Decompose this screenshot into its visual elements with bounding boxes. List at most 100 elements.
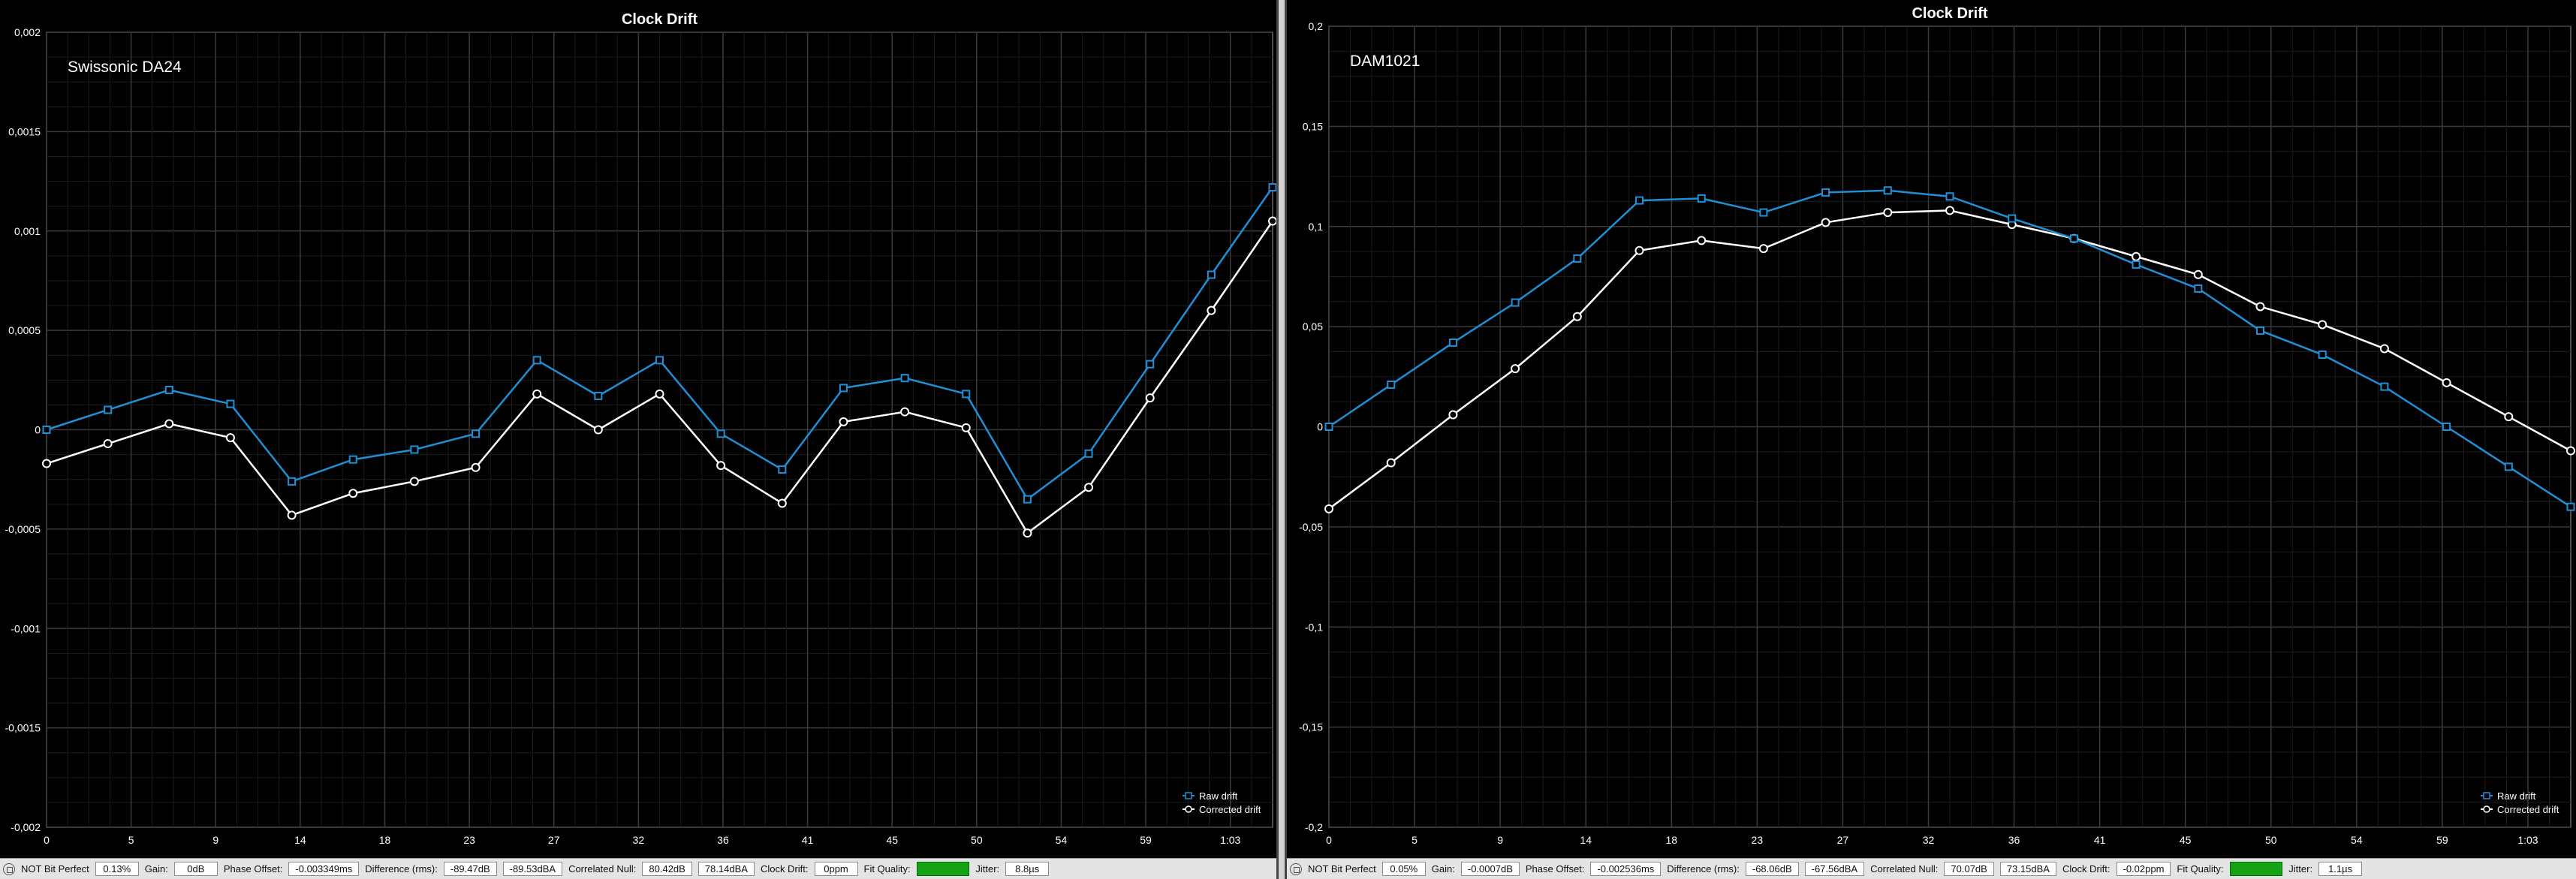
data-point-corrected-drift <box>2318 320 2327 330</box>
panel-splitter[interactable] <box>1276 0 1287 879</box>
clock-drift-label: Clock Drift: <box>760 863 809 874</box>
x-tick-label: 1:03 <box>2517 834 2538 846</box>
x-tick-label: 27 <box>548 834 560 846</box>
data-point-raw-drift <box>164 386 173 395</box>
fit-quality-value: Excellent <box>916 862 970 876</box>
data-point-corrected-drift <box>1697 236 1707 245</box>
data-point-raw-drift <box>2380 382 2389 391</box>
y-tick-label: -0,2 <box>1305 821 1323 833</box>
data-point-corrected-drift <box>1268 216 1276 226</box>
data-point-corrected-drift <box>961 423 971 432</box>
legend-swatch-circle <box>2483 805 2490 813</box>
data-point-raw-drift <box>472 429 481 438</box>
y-tick-label: -0,1 <box>1305 621 1323 633</box>
difference-value-dba: -67.56dBA <box>1804 862 1865 876</box>
phase-offset-label: Phase Offset: <box>223 863 283 874</box>
data-point-raw-drift <box>1268 183 1276 192</box>
gain-label: Gain: <box>144 863 168 874</box>
x-tick-label: 54 <box>1056 834 1068 846</box>
data-point-raw-drift <box>2442 423 2451 431</box>
data-point-raw-drift <box>2504 462 2513 471</box>
data-point-raw-drift <box>839 384 848 393</box>
correlated-null-label: Correlated Null: <box>568 863 637 874</box>
data-point-raw-drift <box>962 390 971 399</box>
legend-label: Raw drift <box>1199 790 1238 802</box>
fit-quality-label: Fit Quality: <box>863 863 911 874</box>
correlated-null-db: 70.07dB <box>1944 862 1994 876</box>
data-point-raw-drift <box>1821 188 1830 197</box>
data-point-corrected-drift <box>1572 312 1582 321</box>
data-point-corrected-drift <box>1448 410 1458 420</box>
difference-label: Difference (rms): <box>365 863 438 874</box>
data-point-corrected-drift <box>103 439 113 449</box>
data-point-corrected-drift <box>1634 245 1644 255</box>
gain-value: -0.0007dB <box>1460 862 1520 876</box>
data-point-raw-drift <box>532 356 541 365</box>
x-tick-label: 36 <box>717 834 729 846</box>
device-label: Swissonic DA24 <box>68 59 182 76</box>
legend-label: Corrected drift <box>2497 804 2559 815</box>
correlated-null-db: 80.42dB <box>642 862 692 876</box>
data-point-raw-drift <box>1207 270 1216 279</box>
data-point-raw-drift <box>2566 502 2575 511</box>
x-tick-label: 9 <box>212 834 218 846</box>
x-tick-label: 32 <box>633 834 645 846</box>
x-tick-label: 23 <box>463 834 475 846</box>
data-point-raw-drift <box>1573 254 1582 263</box>
data-point-raw-drift <box>716 429 725 438</box>
data-point-corrected-drift <box>1758 244 1768 254</box>
y-tick-label: 0 <box>1317 421 1323 433</box>
bit-perfect-value: 0.05% <box>1381 862 1426 876</box>
data-point-corrected-drift <box>1945 206 1954 215</box>
x-tick-label: 0 <box>44 834 50 846</box>
data-point-corrected-drift <box>164 419 174 429</box>
data-point-corrected-drift <box>1084 483 1094 492</box>
y-tick-label: -0,0015 <box>5 722 41 734</box>
settings-icon[interactable] <box>1290 862 1302 875</box>
data-point-corrected-drift <box>2255 302 2265 312</box>
legend-label: Corrected drift <box>1199 804 1261 815</box>
data-point-raw-drift <box>348 455 357 464</box>
data-point-raw-drift <box>2132 260 2141 269</box>
clock-drift-value: 0ppm <box>814 862 858 876</box>
x-tick-label: 41 <box>2094 834 2106 846</box>
data-point-raw-drift <box>288 477 297 486</box>
x-tick-label: 45 <box>2180 834 2192 846</box>
chart-panel-left: Clock Drift 0,002 0,0015 0,001 0,0005 0 -0,000… <box>0 0 1276 879</box>
jitter-value: 1.1µs <box>2318 862 2363 876</box>
data-point-corrected-drift <box>777 498 787 508</box>
fit-quality-label: Fit Quality: <box>2177 863 2224 874</box>
x-tick-label: 0 <box>1326 834 1332 846</box>
data-point-raw-drift <box>1883 186 1892 195</box>
settings-icon[interactable] <box>3 862 15 875</box>
x-tick-label: 18 <box>1665 834 1677 846</box>
jitter-label: Jitter: <box>2288 863 2313 874</box>
chart-title: Clock Drift <box>1912 5 1987 22</box>
x-tick-label: 59 <box>2436 834 2448 846</box>
difference-label: Difference (rms): <box>1667 863 1740 874</box>
data-point-corrected-drift <box>409 477 419 486</box>
data-point-raw-drift <box>1945 192 1954 201</box>
data-point-corrected-drift <box>716 461 726 471</box>
data-point-corrected-drift <box>1023 528 1032 538</box>
data-point-raw-drift <box>2069 234 2078 243</box>
data-point-raw-drift <box>226 399 235 408</box>
bit-perfect-label: NOT Bit Perfect <box>21 863 89 874</box>
data-point-raw-drift <box>2256 326 2264 335</box>
data-point-corrected-drift <box>42 459 51 468</box>
data-point-raw-drift <box>42 426 51 434</box>
data-point-corrected-drift <box>1145 393 1155 403</box>
data-point-raw-drift <box>655 356 664 365</box>
data-point-corrected-drift <box>2132 251 2141 261</box>
chart-title: Clock Drift <box>622 11 697 28</box>
data-point-corrected-drift <box>2379 344 2389 354</box>
y-tick-label: 0,05 <box>1303 321 1323 333</box>
data-point-raw-drift <box>1324 423 1333 431</box>
x-tick-label: 1:03 <box>1220 834 1240 846</box>
x-tick-label: 23 <box>1752 834 1764 846</box>
legend-label: Raw drift <box>2497 790 2536 802</box>
data-point-corrected-drift <box>2442 378 2451 387</box>
x-tick-label: 14 <box>1580 834 1592 846</box>
bit-perfect-label: NOT Bit Perfect <box>1308 863 1376 874</box>
data-point-corrected-drift <box>2504 412 2514 422</box>
